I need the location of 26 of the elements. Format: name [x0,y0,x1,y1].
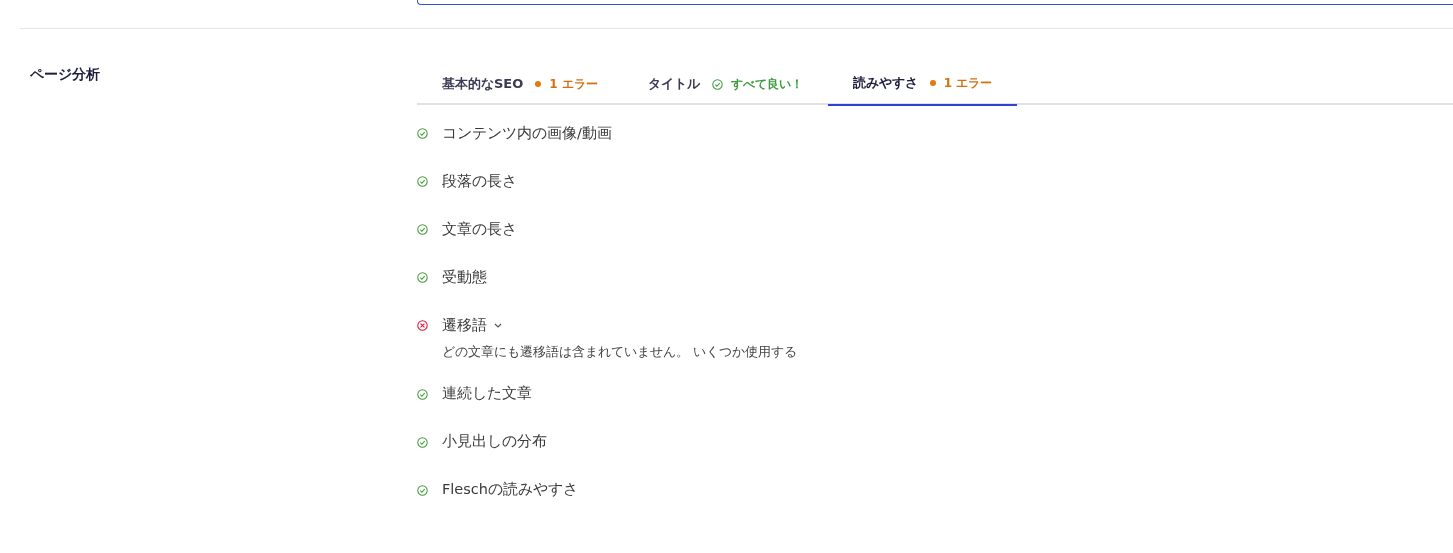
check-label: 段落の長さ [442,171,517,191]
error-circle-icon [417,320,428,331]
check-label: Fleschの読みやすさ [442,480,578,500]
check-label: 小見出しの分布 [442,432,547,452]
check-circle-icon [417,436,428,448]
check-label: 文章の長さ [442,219,517,239]
tab[interactable]: 読みやすさ 1 エラー [827,62,1018,106]
tab[interactable]: 基本的なSEO 1 エラー [417,62,623,106]
check-description: どの文章にも遷移語は含まれていません。 いくつか使用する [441,343,798,361]
check-circle-icon [417,388,428,400]
chevron-down-icon[interactable] [494,323,502,328]
check-circle-icon [417,272,428,283]
section-label: ページ分析 [30,66,100,82]
tab[interactable]: タイトル すべて良い！ [622,62,828,106]
check-circle-icon [711,78,723,90]
check-label[interactable]: 遷移語 [442,314,487,337]
input-field[interactable] [417,0,1453,5]
check-circle-icon [417,224,428,235]
check-label: 受動態 [442,267,487,287]
status-dot-icon [535,81,542,87]
check-label: 連続した文章 [442,384,532,404]
check-circle-icon [417,128,428,139]
check-circle-icon [417,484,428,496]
check-label: コンテンツ内の画像/動画 [442,123,612,143]
status-dot-icon [929,80,936,86]
check-circle-icon [417,176,428,187]
